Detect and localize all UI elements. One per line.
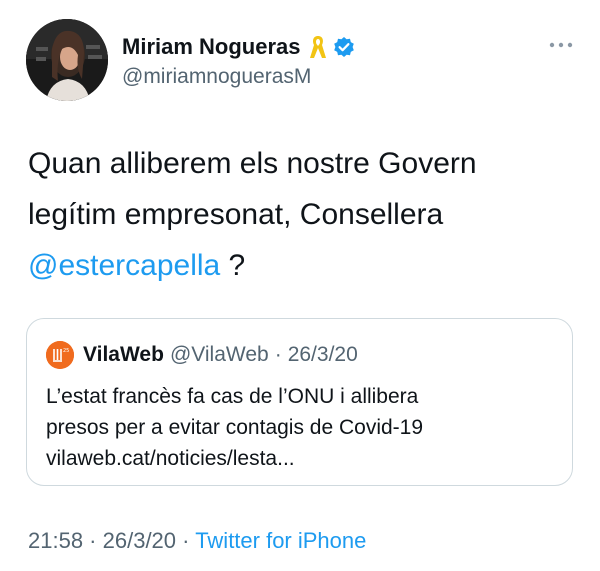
tweet-card: Miriam Nogueras @miriamnoguerasM Quan al… xyxy=(0,0,600,571)
quoted-author-name[interactable]: VilaWeb xyxy=(83,343,164,367)
verified-badge-icon xyxy=(333,36,355,58)
quoted-author-handle[interactable]: @VilaWeb xyxy=(170,343,269,367)
vilaweb-logo-icon[interactable]: 25 xyxy=(46,341,74,369)
quoted-text-link: vilaweb.cat/noticies/lesta... xyxy=(46,447,295,470)
more-options-icon[interactable] xyxy=(548,38,574,50)
tweet-text-main: Quan alliberem els nostre Govern legítim… xyxy=(28,147,477,231)
author-name-row: Miriam Nogueras xyxy=(122,33,355,61)
tweet-body-text: Quan alliberem els nostre Govern legítim… xyxy=(28,138,573,291)
meta-separator: · xyxy=(83,528,103,553)
tweet-time[interactable]: 21:58 xyxy=(28,528,83,553)
quoted-separator: · xyxy=(274,343,282,366)
tweet-meta: 21:58 · 26/3/20 · Twitter for iPhone xyxy=(28,528,366,554)
meta-separator: · xyxy=(176,528,196,553)
yellow-ribbon-icon xyxy=(309,34,327,60)
author-handle[interactable]: @miriamnoguerasM xyxy=(122,65,311,89)
tweet-text-tail: ? xyxy=(220,249,246,282)
quoted-tweet-header: 25 VilaWeb @VilaWeb · 26/3/20 xyxy=(46,341,358,369)
svg-text:25: 25 xyxy=(63,348,69,354)
quoted-tweet-text: L’estat francès fa cas de l’ONU i allibe… xyxy=(46,381,556,474)
tweet-source-link[interactable]: Twitter for iPhone xyxy=(195,528,366,553)
quoted-text-line: presos per a evitar contagis de Covid-19 xyxy=(46,416,424,439)
tweet-date[interactable]: 26/3/20 xyxy=(103,528,176,553)
quoted-text-line: L’estat francès fa cas de l’ONU i allibe… xyxy=(46,385,419,408)
quoted-date[interactable]: 26/3/20 xyxy=(288,343,358,367)
mention-link[interactable]: @estercapella xyxy=(28,249,220,282)
author-avatar[interactable] xyxy=(26,19,108,101)
quoted-tweet-card[interactable]: 25 VilaWeb @VilaWeb · 26/3/20 L’estat fr… xyxy=(26,318,573,486)
author-display-name[interactable]: Miriam Nogueras xyxy=(122,34,301,60)
profile-photo-icon xyxy=(26,19,108,101)
